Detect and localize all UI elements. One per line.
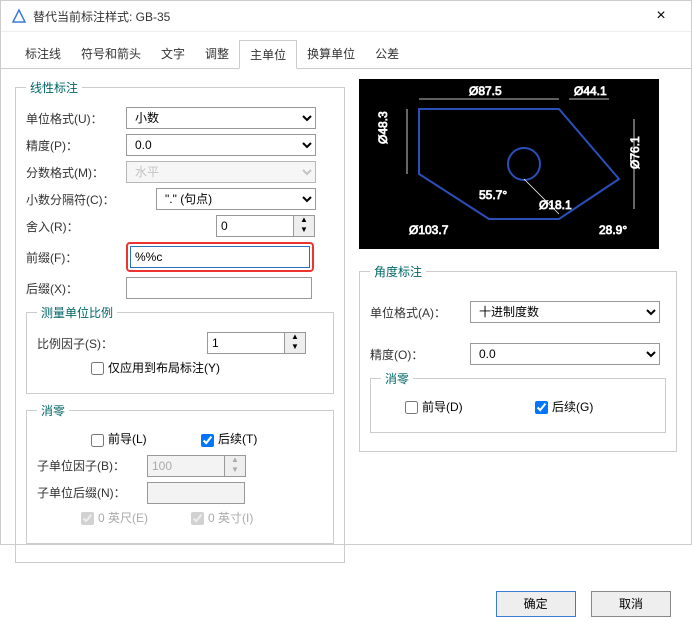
svg-text:55.7°: 55.7° — [479, 188, 507, 202]
tab-text[interactable]: 文字 — [151, 40, 195, 68]
cancel-button[interactable]: 取消 — [591, 591, 671, 617]
precision-select[interactable]: 0.0 — [126, 134, 316, 156]
tab-lines[interactable]: 标注线 — [15, 40, 71, 68]
angle-precision-select[interactable]: 0.0 — [470, 343, 660, 365]
inches-checkbox: 0 英寸(I) — [187, 509, 253, 528]
svg-text:Ø103.7: Ø103.7 — [409, 223, 449, 237]
subunit-suffix-input — [147, 482, 245, 504]
zero-group: 消零 前导(L) 后续(T) 子单位因子(B)： ▲▼ 子单位后缀(N)： — [26, 402, 334, 544]
decimal-sep-label: 小数分隔符(C)： — [26, 191, 126, 208]
tab-tolerance[interactable]: 公差 — [365, 40, 409, 68]
unit-format-label: 单位格式(U)： — [26, 110, 126, 127]
preview-pane: Ø87.5 Ø44.1 Ø48.3 Ø76.1 Ø103.7 Ø18.1 55.… — [359, 79, 659, 249]
window-title: 替代当前标注样式: GB-35 — [33, 8, 641, 25]
angle-precision-label: 精度(O)： — [370, 346, 470, 363]
angle-trailing-checkbox[interactable]: 后续(G) — [531, 398, 593, 417]
tab-symbols[interactable]: 符号和箭头 — [71, 40, 151, 68]
svg-text:Ø76.1: Ø76.1 — [628, 136, 642, 169]
round-input[interactable] — [216, 215, 294, 237]
subunit-factor-label: 子单位因子(B)： — [37, 457, 147, 474]
prefix-label: 前缀(F)： — [26, 249, 126, 266]
svg-text:Ø18.1: Ø18.1 — [539, 198, 572, 212]
suffix-label: 后缀(X)： — [26, 280, 126, 297]
subunit-factor-input — [147, 455, 225, 477]
round-down-icon[interactable]: ▼ — [294, 226, 314, 236]
round-label: 舍入(R)： — [26, 218, 126, 235]
tab-alt-units[interactable]: 换算单位 — [297, 40, 365, 68]
unit-format-select[interactable]: 小数 — [126, 107, 316, 129]
svg-text:Ø48.3: Ø48.3 — [376, 111, 390, 144]
fraction-label: 分数格式(M)： — [26, 164, 126, 181]
angle-zero-group: 消零 前导(D) 后续(G) — [370, 370, 666, 433]
tab-bar: 标注线 符号和箭头 文字 调整 主单位 换算单位 公差 — [1, 32, 691, 69]
feet-checkbox: 0 英尺(E) — [77, 509, 187, 528]
decimal-sep-select[interactable]: "." (句点) — [156, 188, 316, 210]
tab-fit[interactable]: 调整 — [195, 40, 239, 68]
svg-text:Ø44.1: Ø44.1 — [574, 84, 607, 98]
linear-group: 线性标注 单位格式(U)： 小数 精度(P)： 0.0 分数格式(M)： 水平 … — [15, 79, 345, 563]
angle-zero-legend: 消零 — [381, 370, 413, 387]
subfactor-down-icon: ▼ — [225, 466, 245, 476]
scale-factor-label: 比例因子(S)： — [37, 335, 137, 352]
angle-leading-checkbox[interactable]: 前导(D) — [401, 398, 531, 417]
scale-legend: 测量单位比例 — [37, 304, 117, 321]
zero-legend: 消零 — [37, 402, 69, 419]
angle-group: 角度标注 单位格式(A)： 十进制度数 精度(O)： 0.0 消零 前导(D) … — [359, 263, 677, 452]
prefix-highlight — [126, 242, 314, 272]
layout-only-checkbox[interactable]: 仅应用到布局标注(Y) — [87, 359, 220, 378]
app-icon — [11, 8, 27, 24]
ok-button[interactable]: 确定 — [496, 591, 576, 617]
svg-text:28.9°: 28.9° — [599, 223, 627, 237]
fraction-select: 水平 — [126, 161, 316, 183]
scale-down-icon[interactable]: ▼ — [285, 343, 305, 353]
angle-format-select[interactable]: 十进制度数 — [470, 301, 660, 323]
svg-text:Ø87.5: Ø87.5 — [469, 84, 502, 98]
leading-checkbox[interactable]: 前导(L) — [87, 430, 197, 449]
trailing-checkbox[interactable]: 后续(T) — [197, 430, 257, 449]
close-icon[interactable]: × — [641, 7, 681, 25]
tab-primary-units[interactable]: 主单位 — [239, 40, 297, 69]
scale-factor-input[interactable] — [207, 332, 285, 354]
linear-legend: 线性标注 — [26, 79, 82, 96]
angle-legend: 角度标注 — [370, 263, 426, 280]
angle-format-label: 单位格式(A)： — [370, 304, 470, 321]
subunit-suffix-label: 子单位后缀(N)： — [37, 484, 147, 501]
prefix-input[interactable] — [130, 246, 310, 268]
suffix-input[interactable] — [126, 277, 312, 299]
scale-group: 测量单位比例 比例因子(S)： ▲▼ 仅应用到布局标注(Y) — [26, 304, 334, 394]
precision-label: 精度(P)： — [26, 137, 126, 154]
